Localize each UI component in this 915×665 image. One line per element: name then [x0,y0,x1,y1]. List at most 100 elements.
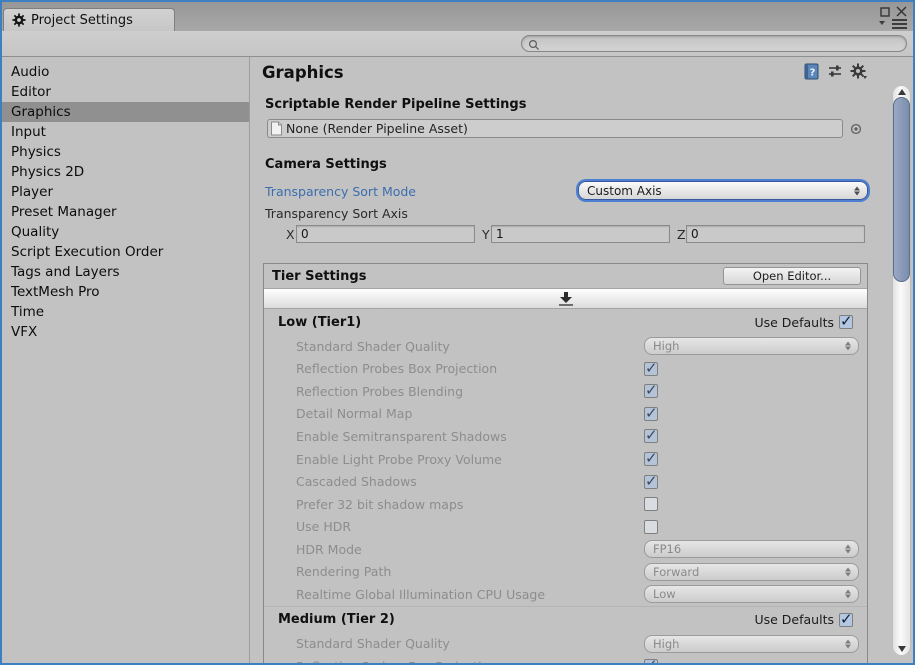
transparency-sort-mode-dropdown[interactable]: Custom Axis [578,181,868,200]
sidebar-item-physics-2d[interactable]: Physics 2D [2,162,249,182]
tier-row-rendering-path: Rendering Path Forward [264,560,867,583]
use-defaults-checkbox[interactable] [839,613,853,627]
tier-import-bar[interactable] [264,289,867,309]
realtime-global-illumination-cpu-usage-dropdown[interactable]: Low [644,585,859,603]
tier-row-control [644,659,859,663]
axis-z-field[interactable] [686,225,865,243]
axis-x-label: X [286,227,295,242]
tier-row-label: Reflection Probes Box Projection [296,659,644,663]
sidebar-item-editor[interactable]: Editor [2,82,249,102]
sidebar-item-physics[interactable]: Physics [2,142,249,162]
popup-arrows-icon [845,639,851,648]
context-menu-gear-icon[interactable] [850,63,868,80]
dock-dropdown-icon[interactable] [879,21,885,25]
cascaded-shadows-checkbox[interactable] [644,475,658,489]
tab-title: Project Settings [31,13,133,28]
sidebar-item-time[interactable]: Time [2,302,249,322]
use-defaults-checkbox[interactable] [839,315,853,329]
svg-text:?: ? [810,68,816,79]
tier-row-label: Prefer 32 bit shadow maps [296,497,644,512]
tier-row-label: Cascaded Shadows [296,474,644,489]
tier-row-reflection-probes-blending: Reflection Probes Blending [264,380,867,403]
tier-row-enable-semitransparent-shadows: Enable Semitransparent Shadows [264,425,867,448]
render-pipeline-asset-field[interactable]: None (Render Pipeline Asset) [267,119,843,138]
popup-arrows-icon [845,342,851,351]
enable-light-probe-proxy-volume-checkbox[interactable] [644,452,658,466]
axis-x-field[interactable] [296,225,475,243]
object-picker-icon[interactable] [850,123,862,135]
sidebar-item-graphics[interactable]: Graphics [2,102,249,122]
reflection-probes-blending-checkbox[interactable] [644,384,658,398]
tier-row-label: Use HDR [296,519,644,534]
sidebar-item-input[interactable]: Input [2,122,249,142]
tier-name: Medium (Tier 2) [278,612,754,627]
transparency-sort-axis-row: XYZ [265,225,870,243]
tier-row-control [644,497,859,511]
tier-row-control [644,384,859,398]
tier-row-control [644,429,859,443]
sidebar-item-audio[interactable]: Audio [2,62,249,82]
standard-shader-quality-dropdown[interactable]: High [644,635,859,653]
scroll-down-icon[interactable] [898,646,906,652]
sidebar-item-preset-manager[interactable]: Preset Manager [2,202,249,222]
use-hdr-checkbox[interactable] [644,520,658,534]
sidebar-item-player[interactable]: Player [2,182,249,202]
transparency-sort-mode-value: Custom Axis [587,184,662,198]
popup-arrows-icon [845,545,851,554]
detail-normal-map-checkbox[interactable] [644,407,658,421]
axis-y-field[interactable] [491,225,670,243]
render-pipeline-asset-value: None (Render Pipeline Asset) [286,121,468,136]
scrollbar-thumb[interactable] [893,97,910,282]
search-box[interactable] [521,35,907,52]
dropdown-value: Forward [653,565,699,579]
popup-arrows-icon [845,590,851,599]
hdr-mode-dropdown[interactable]: FP16 [644,540,859,558]
tier-header-medium-tier-2: Medium (Tier 2)Use Defaults [264,607,867,633]
page-title: Graphics [262,63,344,82]
tier-row-label: HDR Mode [296,542,644,557]
tier-row-label: Realtime Global Illumination CPU Usage [296,587,644,602]
tier-row-control [644,475,859,489]
sidebar-item-vfx[interactable]: VFX [2,322,249,342]
import-arrow-icon [559,292,573,306]
popup-arrows-icon [845,567,851,576]
rendering-path-dropdown[interactable]: Forward [644,563,859,581]
reflection-probes-box-projection-checkbox[interactable] [644,362,658,376]
tier-row-control [644,452,859,466]
sidebar-item-textmesh-pro[interactable]: TextMesh Pro [2,282,249,302]
sidebar-item-script-execution-order[interactable]: Script Execution Order [2,242,249,262]
open-editor-button[interactable]: Open Editor... [723,267,861,285]
tier-settings-box: Tier Settings Open Editor... Low (Tier1)… [263,263,868,663]
standard-shader-quality-dropdown[interactable]: High [644,337,859,355]
toolbar [2,31,913,57]
tier-row-standard-shader-quality: Standard Shader QualityHigh [264,633,867,656]
settings-category-list: AudioEditorGraphicsInputPhysicsPhysics 2… [2,57,250,663]
tier-row-use-hdr: Use HDR [264,515,867,538]
enable-semitransparent-shadows-checkbox[interactable] [644,429,658,443]
tier-row-control [644,407,859,421]
sidebar-item-tags-and-layers[interactable]: Tags and Layers [2,262,249,282]
prefer-32-bit-shadow-maps-checkbox[interactable] [644,497,658,511]
tier-row-control: FP16 [644,540,859,558]
tier-row-detail-normal-map: Detail Normal Map [264,403,867,426]
help-icon[interactable]: ? [803,63,820,80]
tier-row-control [644,362,859,376]
close-icon[interactable] [895,5,908,18]
dropdown-value: FP16 [653,542,681,556]
presets-icon[interactable] [827,63,843,79]
vertical-scrollbar[interactable] [892,85,911,656]
sidebar-item-quality[interactable]: Quality [2,222,249,242]
tab-project-settings[interactable]: Project Settings [3,8,175,31]
popup-arrows-icon [854,186,860,195]
scroll-up-icon[interactable] [898,89,906,95]
titlebar: Project Settings [2,2,913,31]
search-input[interactable] [544,37,884,51]
window-controls [873,5,909,29]
camera-section-header: Camera Settings [265,157,387,172]
dropdown-value: High [653,637,679,651]
tier-row-label: Reflection Probes Box Projection [296,361,644,376]
window-menu-icon[interactable] [892,19,907,29]
maximize-icon[interactable] [880,7,890,17]
tier-row-label: Rendering Path [296,564,644,579]
reflection-probes-box-projection-checkbox[interactable] [644,659,658,663]
